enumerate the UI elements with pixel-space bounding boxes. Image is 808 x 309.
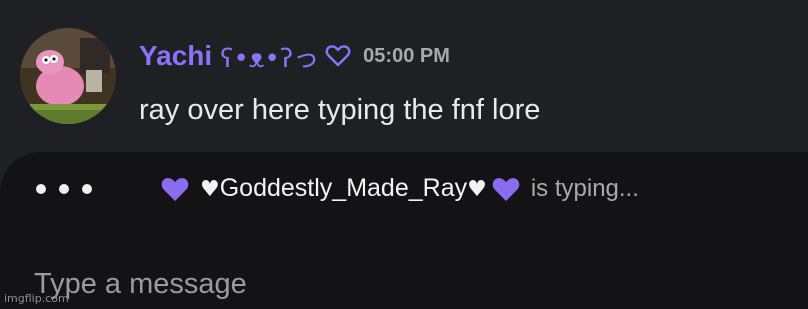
typing-status-text: is typing... (530, 174, 639, 202)
typing-indicator: ♥Goddestly_Made_Ray♥ is typing... (160, 174, 639, 203)
purple-heart-icon (160, 175, 190, 203)
message-header: Yachi ʕ•ᴥ•ʔっ 05:00 PM (139, 36, 450, 76)
message-timestamp: 05:00 PM (363, 44, 450, 67)
typing-user-name-text: Goddestly_Made_Ray (219, 174, 468, 202)
watermark: imgflip.com (4, 292, 69, 305)
typing-dot (59, 184, 69, 194)
typing-indicator-row: ♥Goddestly_Made_Ray♥ is typing... (0, 170, 808, 212)
typing-dot (36, 184, 46, 194)
typing-user-name[interactable]: ♥Goddestly_Made_Ray♥ (200, 174, 487, 203)
author-name-decoration: ʕ•ᴥ•ʔっ (220, 43, 320, 74)
heart-icon: ♥ (467, 177, 487, 202)
avatar[interactable] (20, 28, 116, 124)
heart-icon: ♥ (200, 177, 220, 202)
chat-view: Yachi ʕ•ᴥ•ʔっ 05:00 PM ray over here typi… (0, 0, 808, 309)
chat-message: Yachi ʕ•ᴥ•ʔっ 05:00 PM ray over here typi… (0, 0, 808, 150)
message-text: ray over here typing the fnf lore (139, 94, 541, 126)
heart-outline-icon (325, 44, 351, 68)
avatar-image (20, 28, 116, 124)
author-name[interactable]: Yachi (139, 40, 212, 72)
typing-dots-icon (36, 184, 92, 194)
purple-heart-icon (491, 175, 521, 203)
message-composer: ♥Goddestly_Made_Ray♥ is typing... Type a… (0, 152, 808, 309)
typing-dot (82, 184, 92, 194)
